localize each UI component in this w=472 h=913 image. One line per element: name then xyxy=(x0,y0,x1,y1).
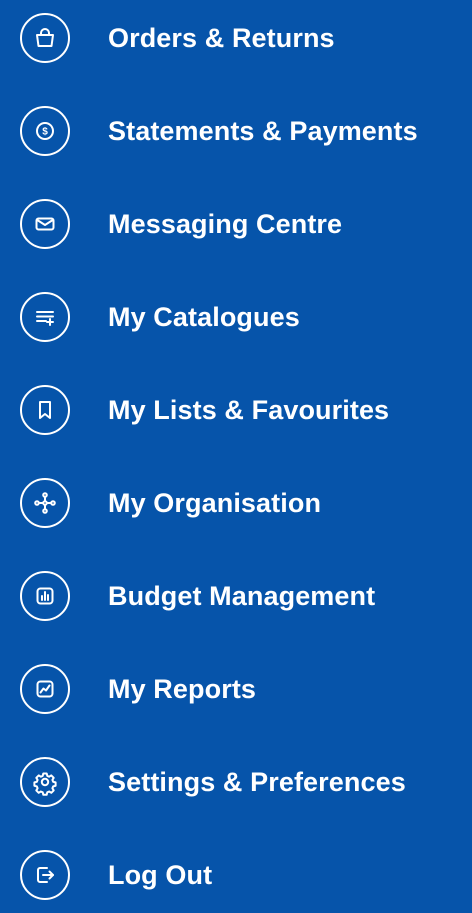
account-menu: Orders & Returns $ Statements & Payments… xyxy=(0,0,472,901)
list-add-icon xyxy=(20,292,70,342)
gear-icon xyxy=(20,757,70,807)
menu-item-label: Messaging Centre xyxy=(108,208,343,239)
bar-chart-icon xyxy=(20,571,70,621)
menu-item-log-out[interactable]: Log Out xyxy=(0,837,472,913)
menu-item-my-reports[interactable]: My Reports xyxy=(0,651,472,727)
menu-item-label: Log Out xyxy=(108,859,213,890)
menu-item-statements-payments[interactable]: $ Statements & Payments xyxy=(0,93,472,169)
menu-item-settings-preferences[interactable]: Settings & Preferences xyxy=(0,744,472,820)
menu-item-orders-returns[interactable]: Orders & Returns xyxy=(0,0,472,76)
shopping-bag-icon xyxy=(20,13,70,63)
svg-text:$: $ xyxy=(42,127,48,138)
dollar-coin-icon: $ xyxy=(20,106,70,156)
bookmark-icon xyxy=(20,385,70,435)
menu-item-messaging-centre[interactable]: Messaging Centre xyxy=(0,186,472,262)
logout-icon xyxy=(20,850,70,900)
menu-item-label: Settings & Preferences xyxy=(108,766,406,797)
trend-chart-icon xyxy=(20,664,70,714)
menu-item-label: My Reports xyxy=(108,673,257,704)
menu-item-label: Statements & Payments xyxy=(108,115,418,146)
menu-item-label: Budget Management xyxy=(108,580,376,611)
envelope-icon xyxy=(20,199,70,249)
menu-item-label: My Lists & Favourites xyxy=(108,394,390,425)
menu-item-label: My Catalogues xyxy=(108,301,300,332)
menu-item-label: Orders & Returns xyxy=(108,22,335,53)
menu-item-my-catalogues[interactable]: My Catalogues xyxy=(0,279,472,355)
menu-item-my-lists-favourites[interactable]: My Lists & Favourites xyxy=(0,372,472,448)
menu-item-label: My Organisation xyxy=(108,487,322,518)
menu-item-budget-management[interactable]: Budget Management xyxy=(0,558,472,634)
org-tree-icon xyxy=(20,478,70,528)
menu-item-my-organisation[interactable]: My Organisation xyxy=(0,465,472,541)
